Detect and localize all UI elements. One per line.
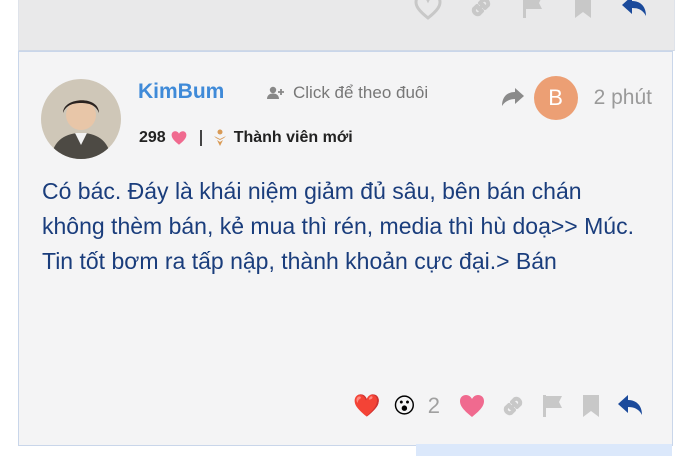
post-time[interactable]: 2 phút <box>594 86 652 110</box>
post-meta: B 2 phút <box>500 76 652 120</box>
bookmark-icon[interactable] <box>572 0 594 20</box>
username[interactable]: KimBum <box>138 80 224 104</box>
follow-label: Click để theo đuôi <box>293 83 429 102</box>
like-heart-icon[interactable] <box>458 393 486 419</box>
post-body: Có bác. Đáy là khái niệm giảm đủ sâu, bê… <box>42 178 634 274</box>
post-card: KimBum Click để theo đuôi B 2 phút 298 T… <box>18 51 673 446</box>
trust-badge-icon <box>212 129 228 147</box>
previous-post-actions <box>400 0 648 20</box>
reaction-count[interactable]: 2 <box>428 393 440 419</box>
flag-icon[interactable] <box>520 0 546 20</box>
reaction-heart[interactable]: ❤️ <box>353 395 380 417</box>
next-post-edge <box>416 444 672 456</box>
trust-level-label: Thành viên mới <box>233 129 353 146</box>
user-avatar[interactable] <box>41 79 121 159</box>
reply-icon[interactable] <box>620 0 648 20</box>
reaction-surprised[interactable]: 😮 <box>393 395 416 417</box>
add-user-icon <box>267 86 285 100</box>
post-actions: ❤️ 😮 2 <box>353 393 644 419</box>
divider <box>199 130 202 146</box>
link-icon[interactable] <box>468 0 494 20</box>
reply-icon[interactable] <box>616 393 644 419</box>
follow-button[interactable]: Click để theo đuôi <box>267 83 428 103</box>
previous-post-footer <box>18 0 675 51</box>
reply-to-arrow-icon[interactable] <box>500 85 526 111</box>
likes-received-count: 298 <box>139 129 166 146</box>
bookmark-icon[interactable] <box>580 393 602 419</box>
like-heart-outline-icon[interactable] <box>414 0 442 20</box>
reply-to-avatar[interactable]: B <box>533 76 578 120</box>
user-stats: 298 Thành viên mới <box>139 129 353 147</box>
heart-icon <box>170 130 188 146</box>
link-icon[interactable] <box>500 393 526 419</box>
flag-icon[interactable] <box>540 393 566 419</box>
